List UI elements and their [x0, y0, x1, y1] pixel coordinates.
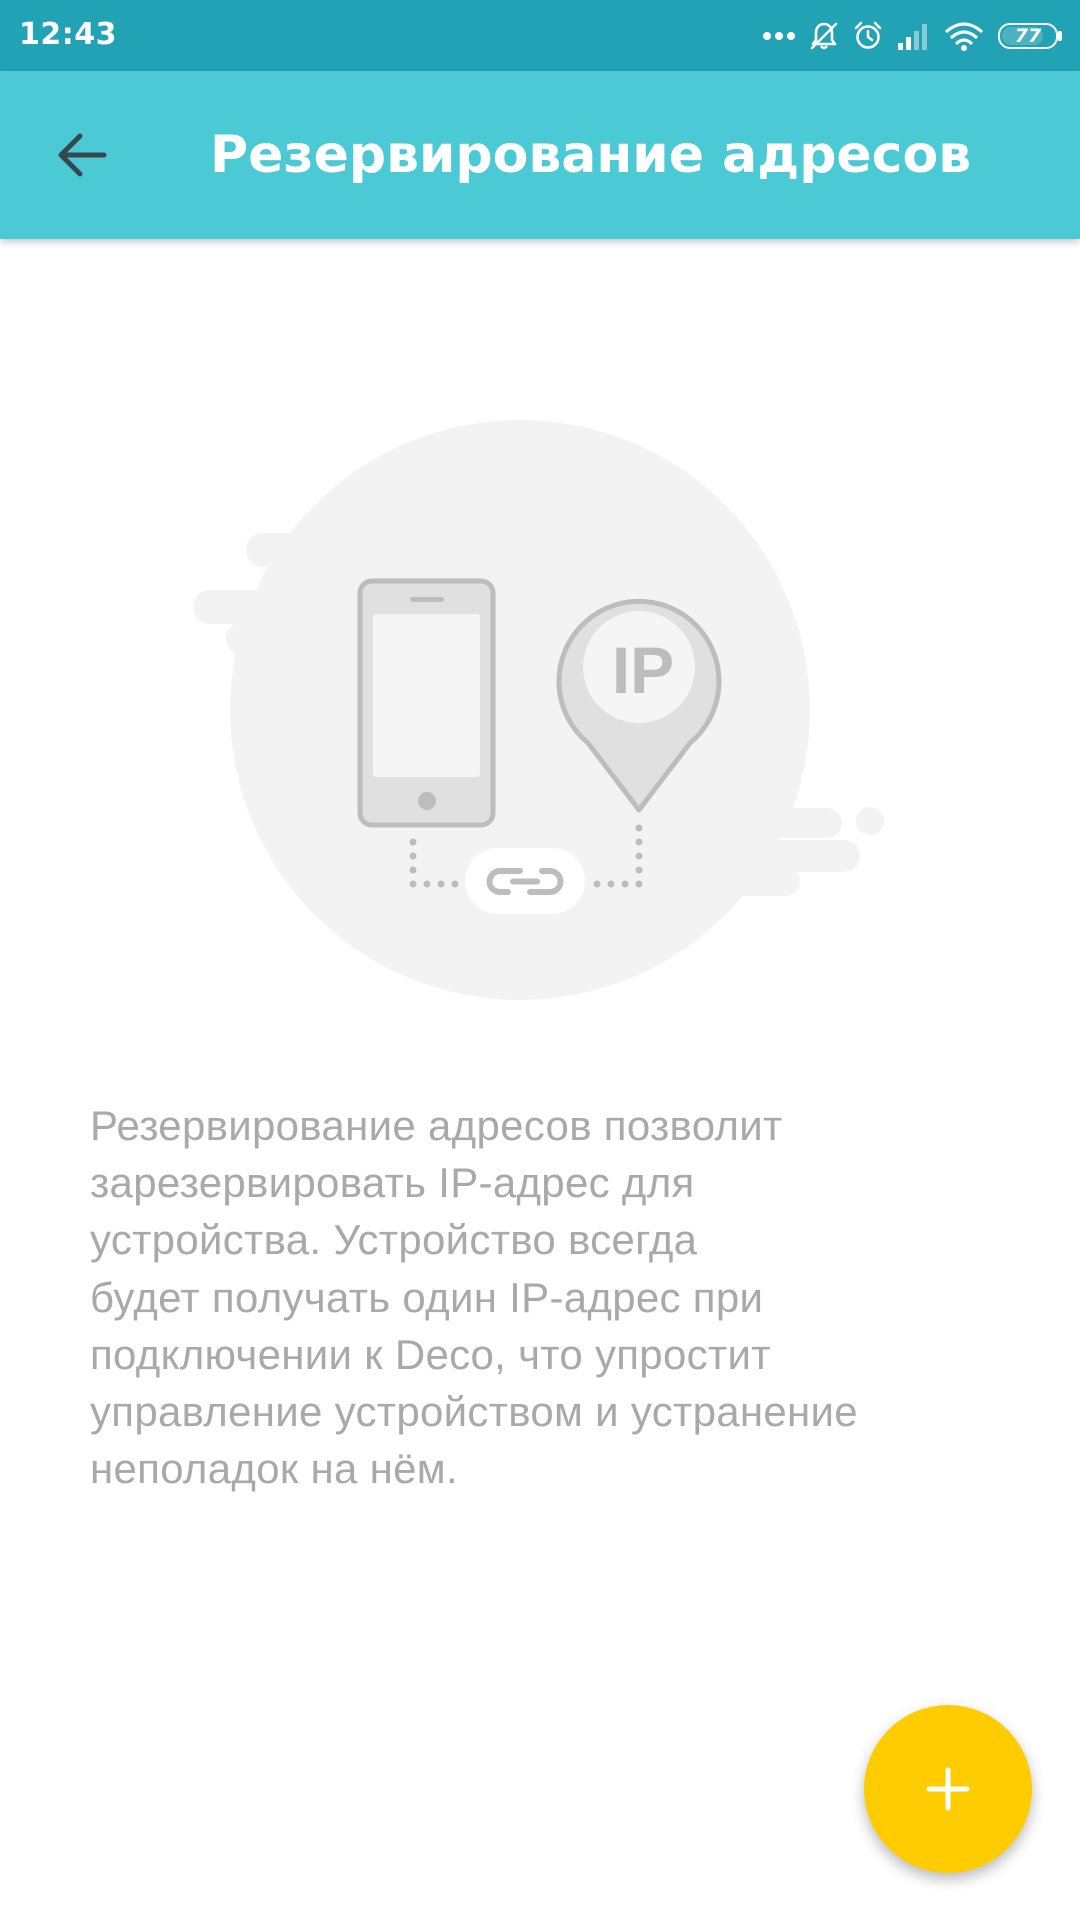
plus-icon: [926, 1767, 970, 1811]
silent-bell-icon: [810, 22, 838, 50]
description-line: Резервирование адресов позволит: [90, 1102, 783, 1149]
status-time: 12:43: [19, 17, 117, 52]
back-button[interactable]: [42, 115, 122, 195]
app-bar: Резервирование адресов: [0, 71, 1080, 239]
description-line: будет получать один IP-адрес при: [90, 1273, 764, 1321]
battery-icon: 77: [998, 23, 1062, 49]
description-text: Резервирование адресов позволит зарезерв…: [90, 1097, 990, 1497]
add-reservation-button[interactable]: [864, 1705, 1032, 1873]
alarm-icon: [854, 21, 882, 49]
battery-level: 77: [1014, 25, 1042, 47]
ip-reservation-illustration: IP: [193, 420, 884, 1000]
more-dots-icon: [763, 32, 795, 40]
link-icon: [465, 848, 585, 914]
signal-icon: [898, 24, 927, 50]
description-line: подключении к Deco, что упростит: [90, 1330, 771, 1378]
phone-icon: [357, 578, 496, 828]
wifi-icon: [945, 22, 983, 51]
description-line: неполадок на нём.: [90, 1445, 458, 1493]
description-line: зарезервировать IP-адрес для: [90, 1159, 695, 1207]
page-title: Резервирование адресов: [210, 125, 972, 185]
status-icons: 77: [750, 16, 1062, 56]
arrow-back-icon: [58, 133, 107, 177]
ip-label: IP: [612, 633, 674, 707]
description-line: устройства. Устройство всегда: [90, 1216, 698, 1264]
description-line: управление устройством и устранение: [90, 1388, 858, 1436]
status-bar: 12:43 77: [0, 0, 1080, 71]
